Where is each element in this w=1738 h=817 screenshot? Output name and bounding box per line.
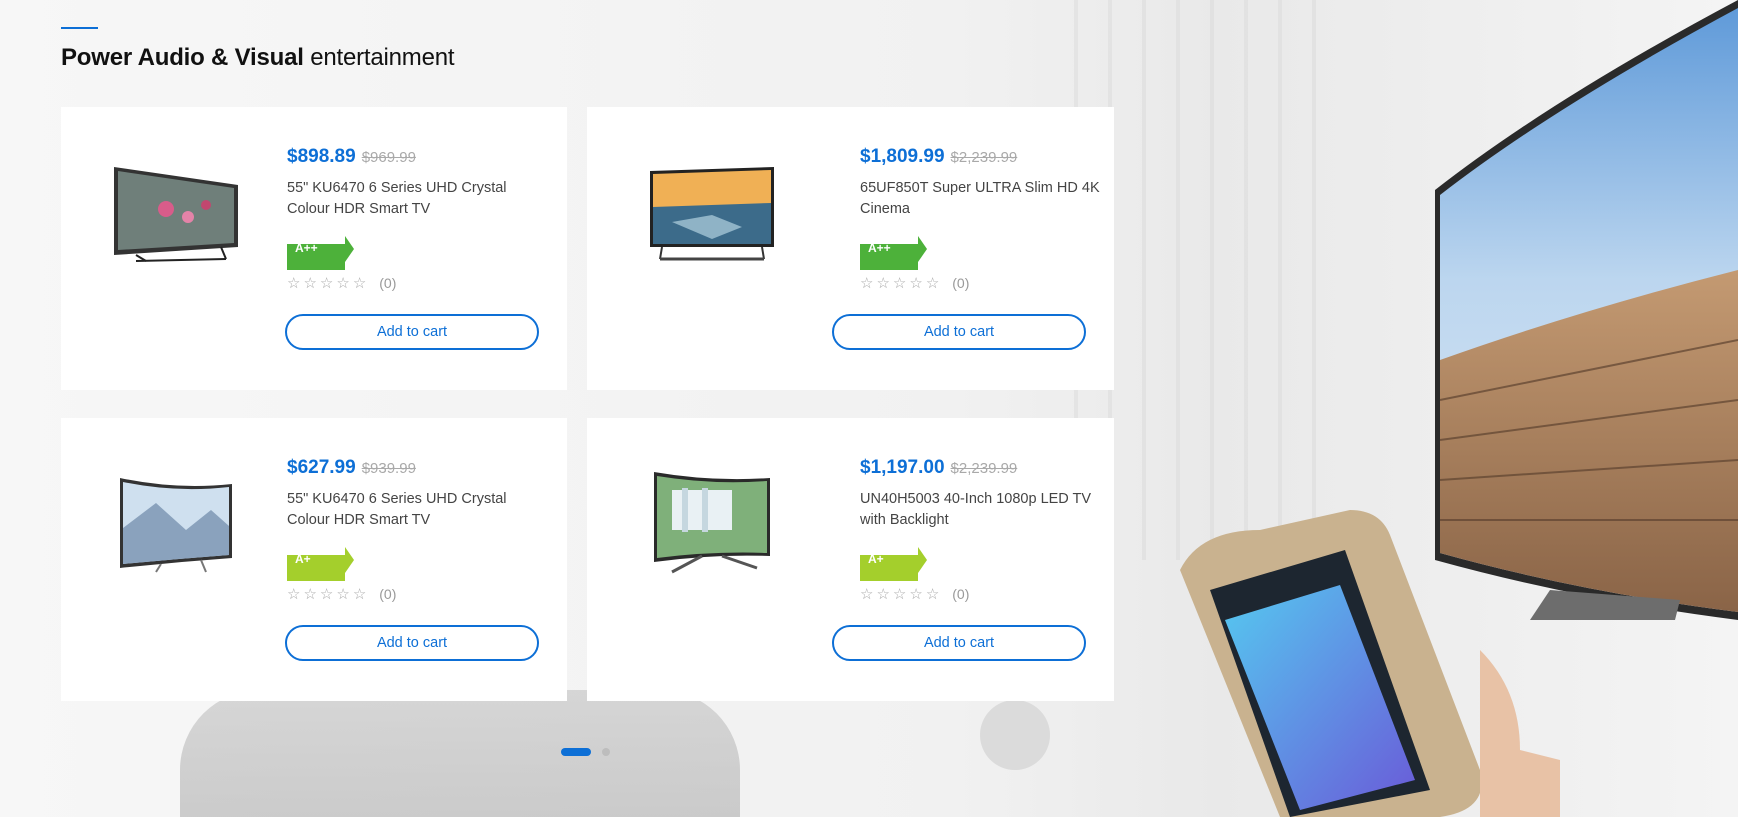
section-title-strong: Power Audio & Visual <box>61 44 304 71</box>
energy-label-arrow <box>918 547 927 573</box>
star-empty-icon: ☆ <box>287 586 301 603</box>
star-empty-icon: ☆ <box>909 586 923 603</box>
product-price: $627.99 $939.99 <box>287 458 547 477</box>
star-empty-icon: ☆ <box>319 586 334 603</box>
section-accent-line <box>61 27 98 29</box>
star-empty-icon: ☆ <box>319 275 334 292</box>
star-rating: ☆ ☆ ☆ ☆ ☆ (0) <box>287 585 547 603</box>
product-image[interactable] <box>101 453 251 583</box>
carousel-pagination <box>561 748 610 756</box>
product-price: $1,197.00 $2,239.99 <box>860 458 1120 477</box>
flat-tv-flowers-icon <box>114 167 238 262</box>
star-empty-icon: ☆ <box>336 275 350 292</box>
product-image[interactable] <box>637 142 787 272</box>
star-empty-icon: ☆ <box>287 275 301 292</box>
product-card[interactable]: $1,809.99 $2,239.99 65UF850T Super ULTRA … <box>587 107 1114 390</box>
product-card[interactable]: $1,197.00 $2,239.99 UN40H5003 40-Inch 108… <box>587 418 1114 701</box>
product-grid: $898.89 $969.99 55" KU6470 6 Series UHD C… <box>61 107 1114 701</box>
energy-label-arrow <box>918 236 927 262</box>
section-title-light: entertainment <box>310 44 455 71</box>
energy-label-text: A+ <box>860 555 918 581</box>
smartphone-promo-image <box>1180 510 1560 817</box>
add-to-cart-button[interactable]: Add to cart <box>832 314 1086 350</box>
carousel-dot[interactable] <box>602 748 610 756</box>
energy-label-arrow <box>345 547 354 573</box>
star-empty-icon: ☆ <box>925 586 940 603</box>
background-sofa <box>180 690 740 817</box>
star-empty-icon: ☆ <box>909 275 923 292</box>
review-count: (0) <box>379 275 397 291</box>
background-vase <box>980 700 1050 770</box>
star-rating: ☆ ☆ ☆ ☆ ☆ (0) <box>860 274 1120 292</box>
curved-tv-waterfall-icon <box>654 472 770 574</box>
star-empty-icon: ☆ <box>892 586 907 603</box>
old-price: $2,239.99 <box>950 149 1018 166</box>
review-count: (0) <box>952 586 970 602</box>
product-name-link[interactable]: UN40H5003 40-Inch 1080p LED TV with Back… <box>860 489 1110 531</box>
star-empty-icon: ☆ <box>303 586 317 603</box>
add-to-cart-button[interactable]: Add to cart <box>285 625 539 661</box>
current-price: $627.99 <box>287 457 356 478</box>
star-rating: ☆ ☆ ☆ ☆ ☆ (0) <box>860 585 1120 603</box>
add-to-cart-button[interactable]: Add to cart <box>832 625 1086 661</box>
product-card[interactable]: $898.89 $969.99 55" KU6470 6 Series UHD C… <box>61 107 567 390</box>
star-empty-icon: ☆ <box>860 586 874 603</box>
curved-tv-mountains-icon <box>120 478 232 573</box>
product-price: $1,809.99 $2,239.99 <box>860 147 1120 166</box>
review-count: (0) <box>952 275 970 291</box>
star-empty-icon: ☆ <box>892 275 907 292</box>
old-price: $2,239.99 <box>950 460 1018 477</box>
old-price: $939.99 <box>361 460 416 477</box>
add-to-cart-button[interactable]: Add to cart <box>285 314 539 350</box>
product-name-link[interactable]: 55" KU6470 6 Series UHD Crystal Colour H… <box>287 178 537 220</box>
product-image[interactable] <box>101 142 251 272</box>
current-price: $1,197.00 <box>860 457 945 478</box>
star-empty-icon: ☆ <box>860 275 874 292</box>
energy-label-badge: A++ <box>287 236 355 270</box>
star-empty-icon: ☆ <box>352 586 367 603</box>
energy-label-text: A+ <box>287 555 345 581</box>
product-name-link[interactable]: 65UF850T Super ULTRA Slim HD 4K Cinema <box>860 178 1110 220</box>
star-empty-icon: ☆ <box>336 586 350 603</box>
star-empty-icon: ☆ <box>876 275 890 292</box>
energy-label-text: A++ <box>860 244 918 270</box>
energy-label-arrow <box>345 236 354 262</box>
energy-label-text: A++ <box>287 244 345 270</box>
product-name-link[interactable]: 55" KU6470 6 Series UHD Crystal Colour H… <box>287 489 537 531</box>
current-price: $898.89 <box>287 146 356 167</box>
flat-tv-sunset-sea-icon <box>650 167 774 261</box>
star-rating: ☆ ☆ ☆ ☆ ☆ (0) <box>287 274 547 292</box>
product-image[interactable] <box>637 453 787 583</box>
star-empty-icon: ☆ <box>352 275 367 292</box>
star-empty-icon: ☆ <box>876 586 890 603</box>
star-empty-icon: ☆ <box>303 275 317 292</box>
old-price: $969.99 <box>361 149 416 166</box>
review-count: (0) <box>379 586 397 602</box>
carousel-dot-active[interactable] <box>561 748 591 756</box>
energy-label-badge: A++ <box>860 236 928 270</box>
current-price: $1,809.99 <box>860 146 945 167</box>
section-title: Power Audio & Visual entertainment <box>61 44 455 72</box>
energy-label-badge: A+ <box>860 547 928 581</box>
star-empty-icon: ☆ <box>925 275 940 292</box>
energy-label-badge: A+ <box>287 547 355 581</box>
product-price: $898.89 $969.99 <box>287 147 547 166</box>
product-card[interactable]: $627.99 $939.99 55" KU6470 6 Series UHD C… <box>61 418 567 701</box>
